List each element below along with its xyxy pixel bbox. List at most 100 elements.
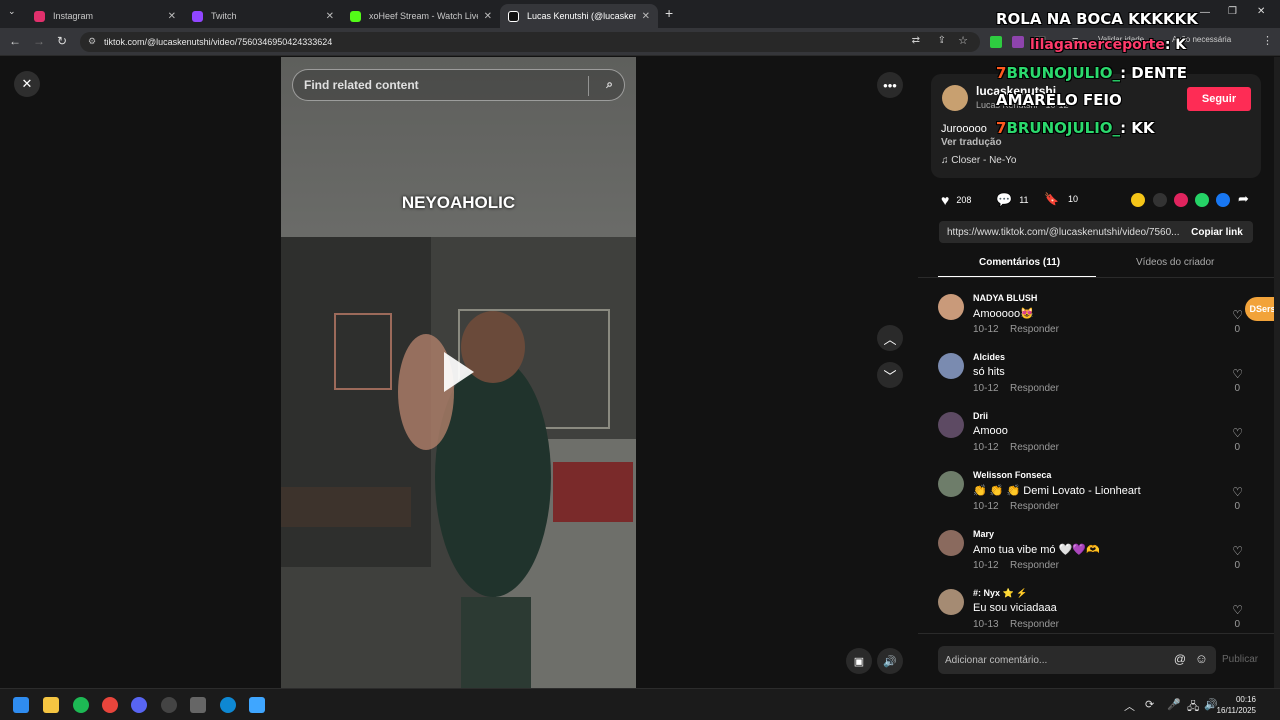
reply-button[interactable]: Responder <box>1010 501 1059 512</box>
reply-button[interactable]: Responder <box>1010 619 1059 630</box>
edge-icon[interactable] <box>220 697 236 713</box>
back-icon[interactable]: ← <box>9 34 21 48</box>
reply-button[interactable]: Responder <box>1010 560 1059 571</box>
facebook-icon[interactable] <box>1216 193 1230 207</box>
tab-twitch[interactable]: Twitch ✕ <box>184 4 342 28</box>
share-icon[interactable] <box>1131 193 1145 207</box>
chat-overlay-line: 7BRUNOJULIO_: KK <box>996 119 1155 137</box>
avatar[interactable] <box>938 471 964 497</box>
obs-icon[interactable] <box>161 697 177 713</box>
forward-share-icon[interactable]: ➦ <box>1238 191 1249 207</box>
close-tab-icon[interactable]: ✕ <box>484 11 492 22</box>
heart-icon[interactable]: ♡ <box>1232 544 1243 558</box>
tab-kick[interactable]: xoHeef Stream - Watch Live on ✕ <box>342 4 500 28</box>
heart-icon[interactable]: ♡ <box>1232 426 1243 440</box>
next-video-button[interactable]: ﹀ <box>877 362 903 388</box>
music-label[interactable]: ♫ Closer - Ne-Yo <box>941 155 1017 166</box>
heart-icon[interactable]: ♡ <box>1232 485 1243 499</box>
comment-action[interactable]: 💬 11 <box>996 192 1029 208</box>
reply-button[interactable]: Responder <box>1010 324 1059 335</box>
heart-icon[interactable]: ♡ <box>1232 308 1243 322</box>
close-window-icon[interactable]: ✕ <box>1257 6 1265 17</box>
steam-icon[interactable] <box>190 697 206 713</box>
follow-button[interactable]: Seguir <box>1187 87 1251 111</box>
notepad-icon[interactable] <box>249 697 265 713</box>
chat-overlay-line: ROLA NA BOCA KKKKKK <box>996 10 1198 28</box>
close-tab-icon[interactable]: ✕ <box>168 11 176 22</box>
twitch-icon <box>192 10 203 22</box>
video-player[interactable]: Find related content ⌕ NEYOAHOLIC <box>281 57 636 688</box>
tab-search-icon[interactable]: ⌄ <box>8 6 16 17</box>
avatar[interactable] <box>938 294 964 320</box>
system-clock[interactable]: 00:16 16/11/2025 <box>1217 694 1256 716</box>
tab-instagram[interactable]: Instagram ✕ <box>26 4 184 28</box>
reply-button[interactable]: Responder <box>1010 383 1059 394</box>
tray-chevron-icon[interactable]: ︿ <box>1124 698 1135 714</box>
kick-mark-icon: 7 <box>996 64 1007 82</box>
emoji-icon[interactable]: ☺ <box>1195 651 1208 666</box>
minimize-icon[interactable]: — <box>1200 7 1210 18</box>
close-tab-icon[interactable]: ✕ <box>642 11 650 22</box>
install-icon[interactable]: ⇪ <box>938 35 946 46</box>
heart-icon[interactable]: ♡ <box>1232 603 1243 617</box>
close-tab-icon[interactable]: ✕ <box>326 11 334 22</box>
tiktok-page: ✕ Find related content ⌕ NEYOAHOLIC ••• … <box>0 57 1280 688</box>
find-related-search[interactable]: Find related content ⌕ <box>292 69 625 101</box>
extension-icon[interactable] <box>1012 36 1024 48</box>
site-info-icon[interactable]: ⚙ <box>88 36 96 47</box>
chrome-icon[interactable] <box>102 697 118 713</box>
forward-icon[interactable]: → <box>33 34 45 48</box>
chat-overlay-line: 7BRUNOJULIO_: DENTE <box>996 64 1188 82</box>
reload-icon[interactable]: ↻ <box>57 34 67 48</box>
mic-icon[interactable]: 🎤 <box>1167 698 1181 711</box>
windows-start-icon[interactable] <box>13 697 29 713</box>
avatar[interactable] <box>938 353 964 379</box>
publish-button[interactable]: Publicar <box>1222 654 1258 665</box>
avatar[interactable] <box>938 530 964 556</box>
search-icon[interactable]: ⌕ <box>606 77 613 92</box>
new-tab-icon[interactable]: + <box>665 5 673 21</box>
tab-tiktok[interactable]: Lucas Kenutshi (@lucaskenutsh ✕ <box>500 4 658 28</box>
translate-icon[interactable]: ⇄ <box>912 35 920 46</box>
embed-icon[interactable] <box>1153 193 1167 207</box>
play-icon[interactable] <box>444 352 474 392</box>
translate-link[interactable]: Ver tradução <box>941 137 1002 148</box>
copy-link-button[interactable]: Copiar link <box>1181 221 1253 243</box>
side-panel: lucaskenutshi Lucas Kenutshi · 10-12 Seg… <box>918 57 1274 688</box>
reply-button[interactable]: Responder <box>1010 442 1059 453</box>
save-action[interactable]: 🔖 10 <box>1044 192 1078 206</box>
tab-comments[interactable]: Comentários (11) <box>979 257 1060 268</box>
pip-button[interactable]: ▣ <box>846 648 872 674</box>
like-action[interactable]: ♥ 208 <box>941 192 971 208</box>
volume-button[interactable]: 🔊 <box>877 648 903 674</box>
file-explorer-icon[interactable] <box>43 697 59 713</box>
send-icon[interactable] <box>1174 193 1188 207</box>
url-field[interactable]: ⚙ tiktok.com/@lucaskenutshi/video/756034… <box>80 32 980 52</box>
menu-dots-icon[interactable]: ⋮ <box>1262 34 1273 47</box>
composer-divider <box>918 633 1274 634</box>
avatar[interactable] <box>938 412 964 438</box>
more-options-button[interactable]: ••• <box>877 72 903 98</box>
extension-icon[interactable] <box>990 36 1002 48</box>
close-video-button[interactable]: ✕ <box>14 71 40 97</box>
whatsapp-icon[interactable] <box>1195 193 1209 207</box>
bookmark-star-icon[interactable]: ☆ <box>958 34 968 47</box>
previous-video-button[interactable]: ︿ <box>877 325 903 351</box>
instagram-icon <box>34 10 45 22</box>
comment-input[interactable]: Adicionar comentário... @ ☺ <box>938 646 1216 674</box>
tiktok-icon <box>508 10 519 22</box>
network-icon[interactable]: 🖧 <box>1187 698 1199 717</box>
music-note-icon: ♫ <box>941 155 952 166</box>
discord-icon[interactable] <box>131 697 147 713</box>
restore-icon[interactable]: ❐ <box>1228 6 1237 17</box>
comment-item: #: Nyx ⭐ ⚡ Eu sou viciadaaa 10-13 Respon… <box>938 588 1256 646</box>
spotify-icon[interactable] <box>73 697 89 713</box>
scrollbar[interactable] <box>1274 57 1280 688</box>
avatar[interactable] <box>938 589 964 615</box>
tab-creator-videos[interactable]: Vídeos do criador <box>1136 257 1214 268</box>
heart-icon[interactable]: ♡ <box>1232 367 1243 381</box>
comment-icon: 💬 <box>996 192 1013 207</box>
avatar[interactable] <box>942 85 968 111</box>
sync-icon[interactable]: ⟳ <box>1145 698 1154 711</box>
mention-icon[interactable]: @ <box>1174 652 1186 666</box>
